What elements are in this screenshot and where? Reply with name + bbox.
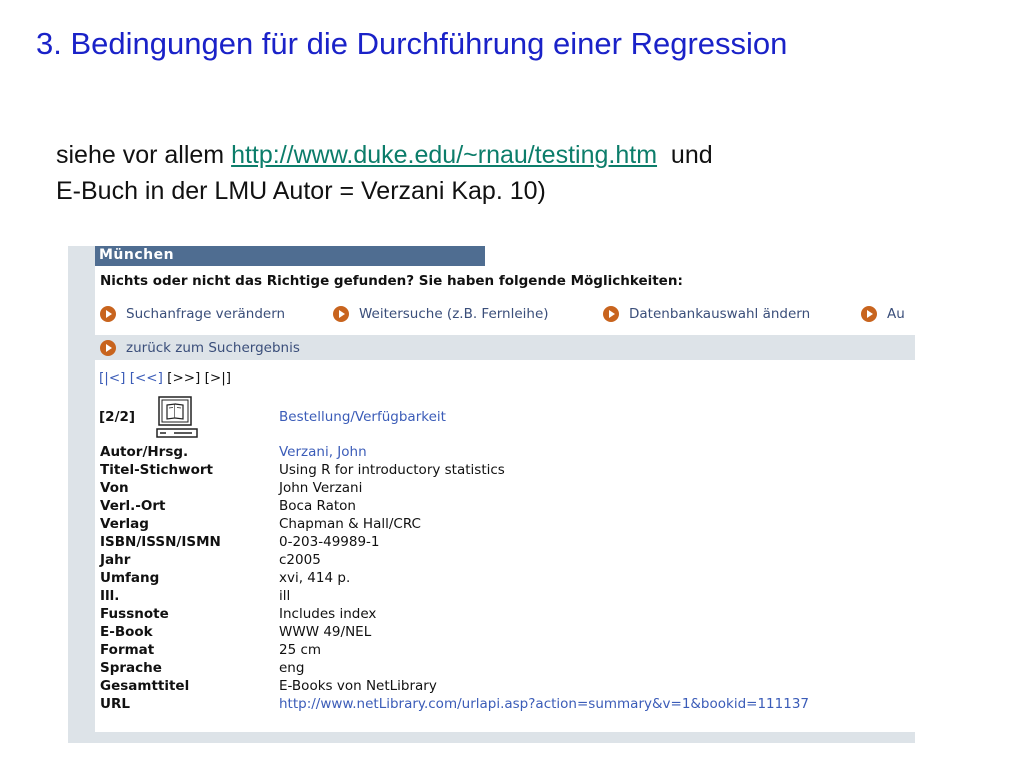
option-datenbankauswahl[interactable]: Datenbankauswahl ändern (603, 302, 810, 326)
field-value: Chapman & Hall/CRC (279, 516, 421, 532)
field-label: Von (100, 480, 129, 496)
author-link[interactable]: Verzani, John (279, 444, 367, 460)
intro-line-1: siehe vor allem http://www.duke.edu/~rna… (56, 137, 986, 173)
option-label: Weitersuche (z.B. Fernleihe) (359, 306, 549, 322)
back-label: zurück zum Suchergebnis (126, 339, 300, 356)
field-label: ISBN/ISSN/ISMN (100, 534, 221, 550)
slide-title: 3. Bedingungen für die Durchführung eine… (36, 26, 788, 61)
opac-options-row: Suchanfrage verändern Weitersuche (z.B. … (95, 302, 915, 326)
pager-next: [>>] (167, 370, 201, 386)
field-label: Format (100, 642, 155, 658)
field-label: Titel-Stichwort (100, 462, 213, 478)
field-value: c2005 (279, 552, 321, 568)
record-pager: [|<] [<<] [>>] [>|] (99, 370, 231, 386)
field-label: Sprache (100, 660, 162, 676)
arrow-bullet-icon (100, 306, 116, 322)
pager-last: [>|] (204, 370, 232, 386)
field-label: URL (100, 696, 130, 712)
option-label: Suchanfrage verändern (126, 306, 286, 322)
field-value: Boca Raton (279, 498, 356, 514)
field-value: ill (279, 588, 291, 604)
field-value: 25 cm (279, 642, 322, 658)
field-label: Jahr (100, 552, 131, 568)
netlibrary-url-link[interactable]: http://www.netLibrary.com/urlapi.asp?act… (279, 696, 809, 712)
field-label: Gesamttitel (100, 678, 190, 694)
duke-testing-link[interactable]: http://www.duke.edu/~rnau/testing.htm (231, 141, 657, 169)
intro-text: siehe vor allem http://www.duke.edu/~rna… (56, 137, 986, 209)
arrow-bullet-icon (333, 306, 349, 322)
record-count: [2/2] (99, 409, 136, 425)
field-label: Verlag (100, 516, 149, 532)
field-value: Using R for introductory statistics (279, 462, 505, 478)
intro-after: und (657, 141, 713, 169)
arrow-bullet-icon (603, 306, 619, 322)
option-more[interactable]: Au (861, 302, 905, 326)
arrow-bullet-icon (100, 339, 116, 356)
book-terminal-icon (156, 396, 198, 438)
opac-header-bar: München (95, 246, 485, 266)
intro-line-2: E-Buch in der LMU Autor = Verzani Kap. 1… (56, 177, 546, 205)
pager-prev[interactable]: [<<] (130, 370, 163, 386)
back-to-results[interactable]: zurück zum Suchergebnis (95, 335, 915, 360)
intro-before: siehe vor allem (56, 141, 232, 169)
field-value: eng (279, 660, 305, 676)
opac-left-bar (68, 246, 95, 743)
field-value: WWW 49/NEL (279, 624, 372, 640)
field-label: Verl.-Ort (100, 498, 166, 514)
option-label: Datenbankauswahl ändern (629, 306, 811, 322)
field-value: John Verzani (279, 480, 363, 496)
option-label: Au (887, 306, 905, 322)
field-value: E-Books von NetLibrary (279, 678, 437, 694)
field-label: Umfang (100, 570, 160, 586)
field-value: xvi, 414 p. (279, 570, 351, 586)
opac-screenshot: München Nichts oder nicht das Richtige g… (68, 246, 915, 743)
field-label: E-Book (100, 624, 153, 640)
field-label: Ill. (100, 588, 120, 604)
opac-header-label: München (99, 247, 175, 263)
option-weitersuche[interactable]: Weitersuche (z.B. Fernleihe) (333, 302, 549, 326)
option-suchanfrage[interactable]: Suchanfrage verändern (100, 302, 285, 326)
order-availability-link[interactable]: Bestellung/Verfügbarkeit (279, 409, 446, 425)
field-value: Includes index (279, 606, 377, 622)
field-label: Autor/Hrsg. (100, 444, 189, 460)
pager-first[interactable]: [|<] (99, 370, 125, 386)
field-label: Fussnote (100, 606, 169, 622)
field-value: 0-203-49989-1 (279, 534, 380, 550)
opac-headline: Nichts oder nicht das Richtige gefunden?… (100, 273, 683, 289)
arrow-bullet-icon (861, 306, 877, 322)
opac-bottom-bar (68, 732, 915, 743)
